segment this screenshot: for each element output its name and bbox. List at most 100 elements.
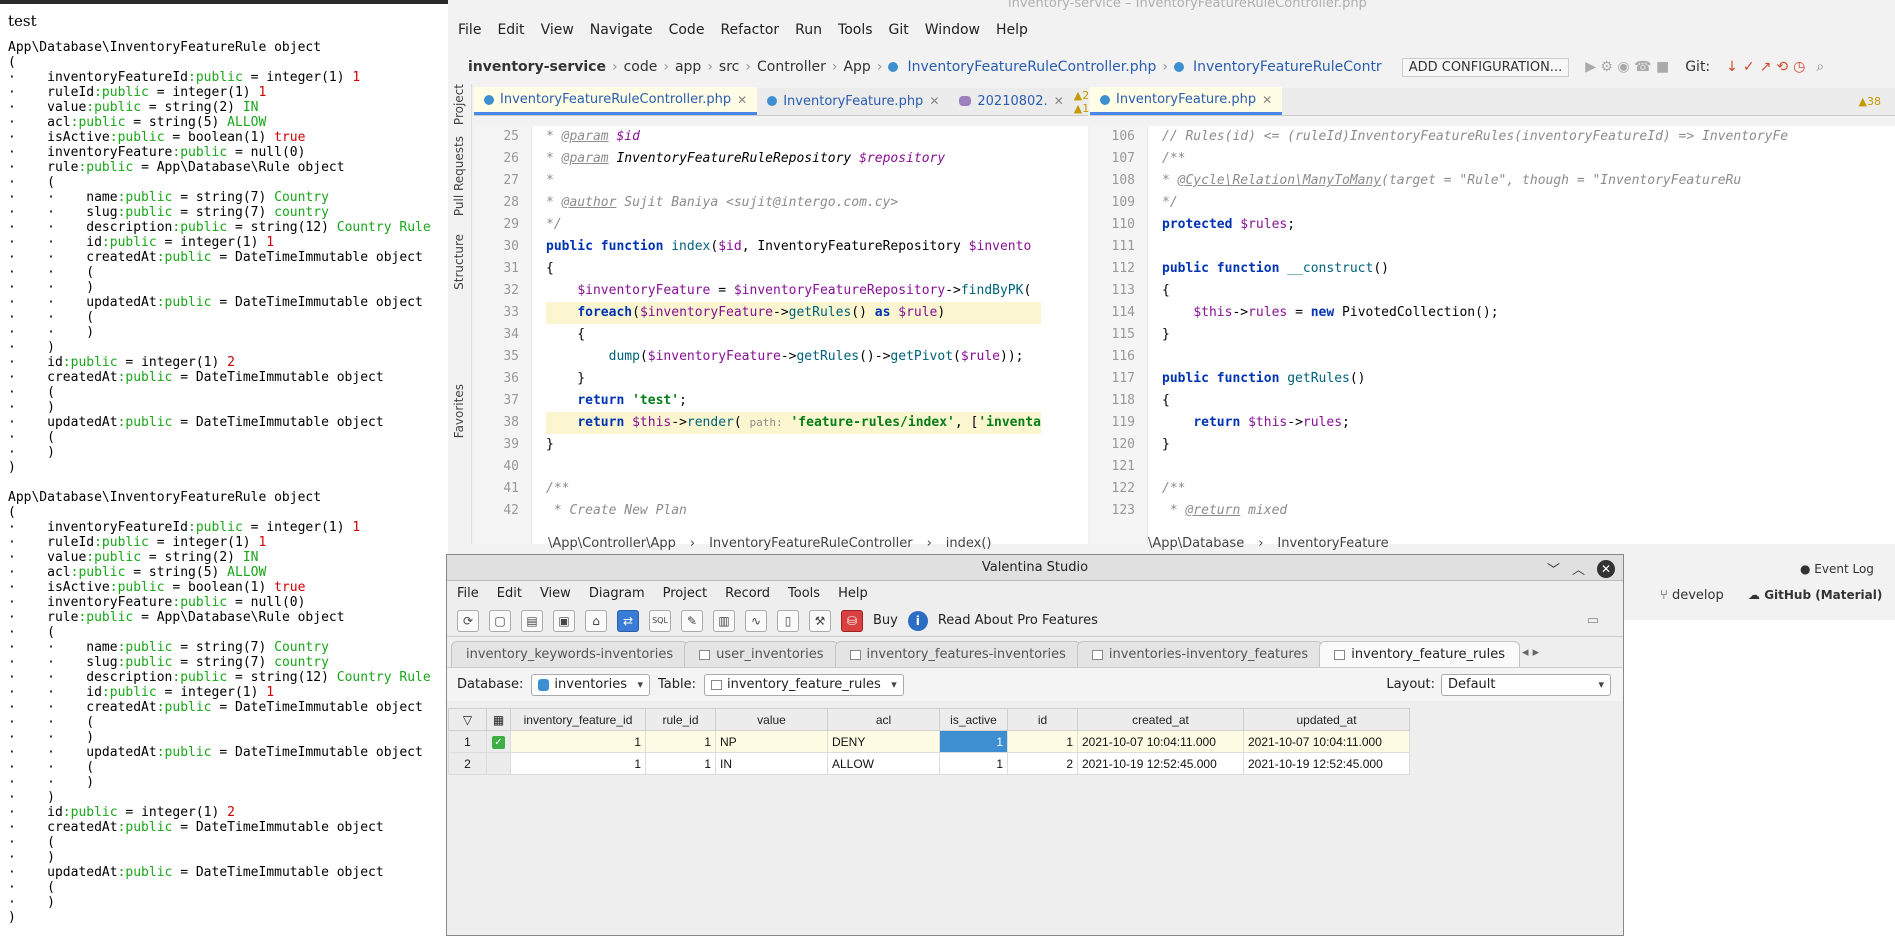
column-header[interactable]: rule_id (645, 708, 716, 731)
table-cell[interactable]: 2021-10-07 10:04:11.000 (1077, 730, 1244, 753)
close-tab-icon[interactable]: ✕ (1054, 94, 1064, 108)
nav-file[interactable]: InventoryFeatureRuleController.php (907, 59, 1156, 75)
table-select[interactable]: inventory_feature_rules (703, 673, 904, 696)
tools-icon[interactable]: ⚒ (809, 609, 831, 632)
table-row[interactable]: 1 ✓ 1 1 NP DENY 1 1 2021-10-07 10:04:11.000 2021-… (448, 730, 1410, 753)
inspection-warnings[interactable]: ▲38 (1859, 95, 1881, 108)
tab-scroll-arrows[interactable]: ◂ ▸ (1522, 645, 1539, 660)
sidebar-tab-pull-requests[interactable]: Pull Requests (452, 136, 466, 216)
vs-menu-diagram[interactable]: Diagram (589, 586, 645, 601)
add-configuration-button[interactable]: ADD CONFIGURATION... (1401, 57, 1570, 77)
table-row[interactable]: 2 1 1 IN ALLOW 1 2 2021-10-19 12:52:45.000 2021-… (448, 752, 1410, 775)
column-header[interactable]: value (715, 708, 828, 731)
book-icon[interactable]: ▯ (777, 609, 799, 632)
vs-menu-view[interactable]: View (540, 586, 571, 601)
maximize-icon[interactable]: ︿ (1572, 559, 1585, 578)
breadcrumb-item[interactable]: \App\Controller\App (548, 536, 676, 554)
layout-icon[interactable]: ▥ (713, 609, 735, 632)
editor-tab[interactable]: InventoryFeatureRuleController.php ✕ (474, 87, 758, 115)
run-controls-icon[interactable]: ▶ ⚙ ◉ ☎ ■ (1585, 59, 1669, 75)
new-record-icon[interactable]: ▢ (489, 609, 511, 632)
nav-crumb[interactable]: code (624, 59, 658, 75)
sidebar-tab-favorites[interactable]: Favorites (452, 384, 466, 438)
chat-icon[interactable]: ▭ (1587, 613, 1599, 628)
column-header[interactable]: updated_at (1243, 708, 1410, 731)
open-folder-icon[interactable]: ▤ (521, 609, 543, 632)
table-cell[interactable]: 2021-10-19 12:52:45.000 (1077, 752, 1244, 775)
save-icon[interactable]: ▣ (553, 609, 575, 632)
ide-menu-file[interactable]: File (458, 22, 481, 38)
breadcrumb-item[interactable]: InventoryFeatureRuleController (709, 536, 912, 554)
table-cell[interactable]: 1 (510, 752, 646, 775)
table-cell[interactable]: DENY (827, 730, 940, 753)
vs-menu-project[interactable]: Project (663, 586, 707, 601)
event-log-button[interactable]: ● Event Log (1800, 562, 1874, 576)
table-cell[interactable]: 1 (645, 752, 716, 775)
column-header[interactable]: id (1007, 708, 1078, 731)
ide-menu-window[interactable]: Window (925, 22, 980, 38)
minimize-icon[interactable]: ﹀ (1547, 559, 1560, 578)
pro-features-link[interactable]: Read About Pro Features (938, 613, 1098, 628)
editor-tab[interactable]: InventoryFeature.php ✕ (757, 87, 949, 115)
vs-tab[interactable]: inventory_features-inventories (834, 641, 1081, 667)
vs-tab[interactable]: inventory_feature_rules (1319, 641, 1520, 667)
editor-tab[interactable]: 20210802. ✕ (949, 87, 1073, 115)
sync-icon[interactable]: ⇄ (617, 609, 639, 632)
editor-tab[interactable]: InventoryFeature.php ✕ (1090, 87, 1283, 115)
edit-icon[interactable]: ✎ (681, 609, 703, 632)
table-cell[interactable]: NP (715, 730, 828, 753)
sidebar-tab-structure[interactable]: Structure (452, 234, 466, 290)
nav-crumb[interactable]: Controller (757, 59, 826, 75)
vs-menu-record[interactable]: Record (725, 586, 770, 601)
table-cell[interactable]: 2 (1007, 752, 1078, 775)
nav-crumb[interactable]: App (843, 59, 870, 75)
git-actions-icon[interactable]: ↓✓↗⟲◷ (1726, 59, 1810, 75)
vs-tab[interactable]: user_inventories (684, 641, 839, 667)
column-header[interactable]: inventory_feature_id (510, 708, 646, 731)
row-number[interactable]: 2 (448, 752, 487, 775)
left-code[interactable]: * @param $id * @param InventoryFeatureRu… (546, 126, 1041, 522)
left-editor[interactable]: 25 26 27 28 29 30 31 32 33 34 35 36 37 38 39 40 41 42 * @… (474, 126, 1088, 544)
data-grid[interactable]: ▽ ▦ inventory_feature_id rule_id value acl i… (448, 708, 1410, 775)
table-cell[interactable]: 1 (939, 730, 1008, 753)
right-editor[interactable]: 106 107 108 109 110 111 112 113 114 115 116 117 118 1… (1090, 126, 1895, 544)
nav-file2[interactable]: InventoryFeatureRuleContr (1193, 59, 1382, 75)
right-code[interactable]: // Rules(id) <= (ruleId)InventoryFeature… (1162, 126, 1788, 522)
ide-menu-help[interactable]: Help (996, 22, 1028, 38)
ide-menu-tools[interactable]: Tools (838, 22, 873, 38)
database-select[interactable]: inventories (531, 673, 650, 696)
chart-icon[interactable]: ∿ (745, 609, 767, 632)
vs-menu-edit[interactable]: Edit (497, 586, 522, 601)
vs-menu-help[interactable]: Help (838, 586, 868, 601)
table-cell[interactable]: 1 (645, 730, 716, 753)
ide-menu-git[interactable]: Git (889, 22, 909, 38)
vs-menu-file[interactable]: File (457, 586, 479, 601)
close-tab-icon[interactable]: ✕ (1262, 93, 1272, 107)
basket-icon[interactable]: ⛁ (841, 609, 863, 632)
ide-menu-navigate[interactable]: Navigate (590, 22, 653, 38)
close-tab-icon[interactable]: ✕ (929, 94, 939, 108)
ide-menu-code[interactable]: Code (669, 22, 705, 38)
nav-crumb[interactable]: app (675, 59, 701, 75)
refresh-icon[interactable]: ⟳ (457, 609, 479, 632)
buy-button[interactable]: Buy (873, 613, 898, 628)
select-all-checkbox[interactable]: ▦ (486, 708, 511, 731)
breadcrumb-item[interactable]: InventoryFeature (1277, 536, 1388, 554)
ide-menu-view[interactable]: View (541, 22, 574, 38)
column-header[interactable]: is_active (939, 708, 1008, 731)
ide-menu-edit[interactable]: Edit (497, 22, 524, 38)
table-cell[interactable]: IN (715, 752, 828, 775)
search-icon[interactable]: ⌕ (1816, 59, 1824, 75)
column-header[interactable]: acl (827, 708, 940, 731)
close-icon[interactable]: ✕ (1597, 559, 1615, 578)
vs-menu-tools[interactable]: Tools (788, 586, 820, 601)
theme-indicator[interactable]: ☁ GitHub (Material) (1748, 588, 1882, 602)
sidebar-tab-project[interactable]: Project (452, 84, 466, 125)
table-cell[interactable]: 1 (939, 752, 1008, 775)
ide-menu-refactor[interactable]: Refactor (720, 22, 779, 38)
table-cell[interactable]: 1 (1007, 730, 1078, 753)
git-branch[interactable]: ⑂ develop (1660, 588, 1724, 603)
close-tab-icon[interactable]: ✕ (737, 93, 747, 107)
ide-menu-run[interactable]: Run (795, 22, 822, 38)
vs-tab[interactable]: inventories-inventory_features (1076, 641, 1324, 667)
